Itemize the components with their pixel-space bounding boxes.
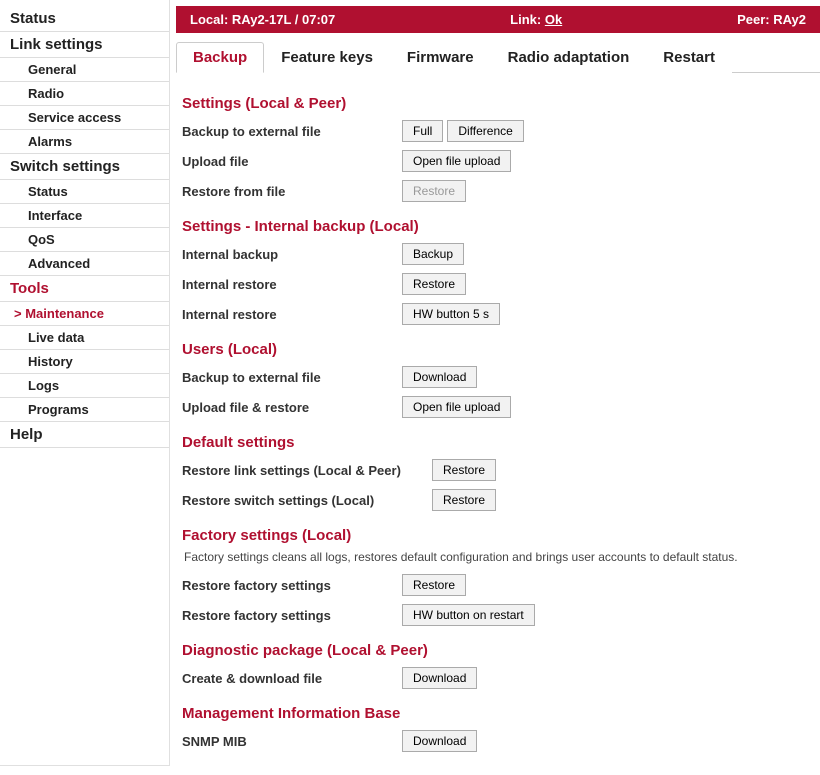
nav-tools[interactable]: Tools xyxy=(0,276,169,302)
label-users-backup: Backup to external file xyxy=(182,370,402,385)
label-restore-factory: Restore factory settings xyxy=(182,578,402,593)
nav-live-data[interactable]: Live data xyxy=(0,326,169,350)
topbar-link-status[interactable]: Ok xyxy=(545,12,562,27)
topbar-local-value: RAy2-17L / 07:07 xyxy=(232,12,335,27)
restore-link-settings-button[interactable]: Restore xyxy=(432,459,496,481)
heading-settings-lp: Settings (Local & Peer) xyxy=(182,95,810,112)
label-backup-external: Backup to external file xyxy=(182,124,402,139)
nav-service-access[interactable]: Service access xyxy=(0,106,169,130)
label-users-upload-restore: Upload file & restore xyxy=(182,400,402,415)
nav-alarms[interactable]: Alarms xyxy=(0,130,169,154)
heading-users: Users (Local) xyxy=(182,341,810,358)
hw-button-restart-button[interactable]: HW button on restart xyxy=(402,604,535,626)
label-internal-restore: Internal restore xyxy=(182,277,402,292)
label-internal-restore-hw: Internal restore xyxy=(182,307,402,322)
restore-factory-button[interactable]: Restore xyxy=(402,574,466,596)
nav-general[interactable]: General xyxy=(0,58,169,82)
nav-status[interactable]: Status xyxy=(0,6,169,32)
nav-advanced[interactable]: Advanced xyxy=(0,252,169,276)
heading-factory: Factory settings (Local) xyxy=(182,527,810,544)
tab-strip: Backup Feature keys Firmware Radio adapt… xyxy=(176,41,820,73)
label-restore-link-settings: Restore link settings (Local & Peer) xyxy=(182,463,432,478)
topbar-local: Local: RAy2-17L / 07:07 xyxy=(190,12,335,27)
label-restore-factory-hw: Restore factory settings xyxy=(182,608,402,623)
topbar-link: Link: Ok xyxy=(510,12,562,27)
factory-description: Factory settings cleans all logs, restor… xyxy=(176,548,810,570)
nav-switch-settings[interactable]: Switch settings xyxy=(0,154,169,180)
users-open-upload-button[interactable]: Open file upload xyxy=(402,396,511,418)
difference-button[interactable]: Difference xyxy=(447,120,523,142)
nav-programs[interactable]: Programs xyxy=(0,398,169,422)
tab-feature-keys[interactable]: Feature keys xyxy=(264,42,390,73)
full-button[interactable]: Full xyxy=(402,120,443,142)
heading-diagnostic: Diagnostic package (Local & Peer) xyxy=(182,642,810,659)
nav-radio[interactable]: Radio xyxy=(0,82,169,106)
label-snmp-mib: SNMP MIB xyxy=(182,734,402,749)
restore-from-file-button: Restore xyxy=(402,180,466,202)
topbar-peer: Peer: RAy2 xyxy=(737,12,806,27)
topbar-peer-value: RAy2 xyxy=(773,12,806,27)
heading-default: Default settings xyxy=(182,434,810,451)
internal-restore-button[interactable]: Restore xyxy=(402,273,466,295)
label-internal-backup: Internal backup xyxy=(182,247,402,262)
tab-radio-adaptation[interactable]: Radio adaptation xyxy=(491,42,647,73)
top-status-bar: Local: RAy2-17L / 07:07 Link: Ok Peer: R… xyxy=(176,6,820,33)
nav-interface[interactable]: Interface xyxy=(0,204,169,228)
label-restore-switch-settings: Restore switch settings (Local) xyxy=(182,493,432,508)
nav-history[interactable]: History xyxy=(0,350,169,374)
nav-maintenance[interactable]: Maintenance xyxy=(0,302,169,326)
topbar-local-label: Local: xyxy=(190,12,228,27)
nav-help[interactable]: Help xyxy=(0,422,169,448)
label-restore-from-file: Restore from file xyxy=(182,184,402,199)
nav-logs[interactable]: Logs xyxy=(0,374,169,398)
diag-download-button[interactable]: Download xyxy=(402,667,477,689)
heading-settings-internal: Settings - Internal backup (Local) xyxy=(182,218,810,235)
nav-qos[interactable]: QoS xyxy=(0,228,169,252)
internal-backup-button[interactable]: Backup xyxy=(402,243,464,265)
mib-download-button[interactable]: Download xyxy=(402,730,477,752)
tab-backup[interactable]: Backup xyxy=(176,42,264,73)
topbar-link-label: Link: xyxy=(510,12,541,27)
tab-restart[interactable]: Restart xyxy=(646,42,732,73)
nav-switch-status[interactable]: Status xyxy=(0,180,169,204)
users-download-button[interactable]: Download xyxy=(402,366,477,388)
tab-firmware[interactable]: Firmware xyxy=(390,42,491,73)
open-file-upload-button[interactable]: Open file upload xyxy=(402,150,511,172)
nav-link-settings[interactable]: Link settings xyxy=(0,32,169,58)
label-diag-create-download: Create & download file xyxy=(182,671,402,686)
hw-button-5s-button[interactable]: HW button 5 s xyxy=(402,303,500,325)
topbar-peer-label: Peer: xyxy=(737,12,770,27)
heading-mib: Management Information Base xyxy=(182,705,810,722)
label-upload-file: Upload file xyxy=(182,154,402,169)
restore-switch-settings-button[interactable]: Restore xyxy=(432,489,496,511)
